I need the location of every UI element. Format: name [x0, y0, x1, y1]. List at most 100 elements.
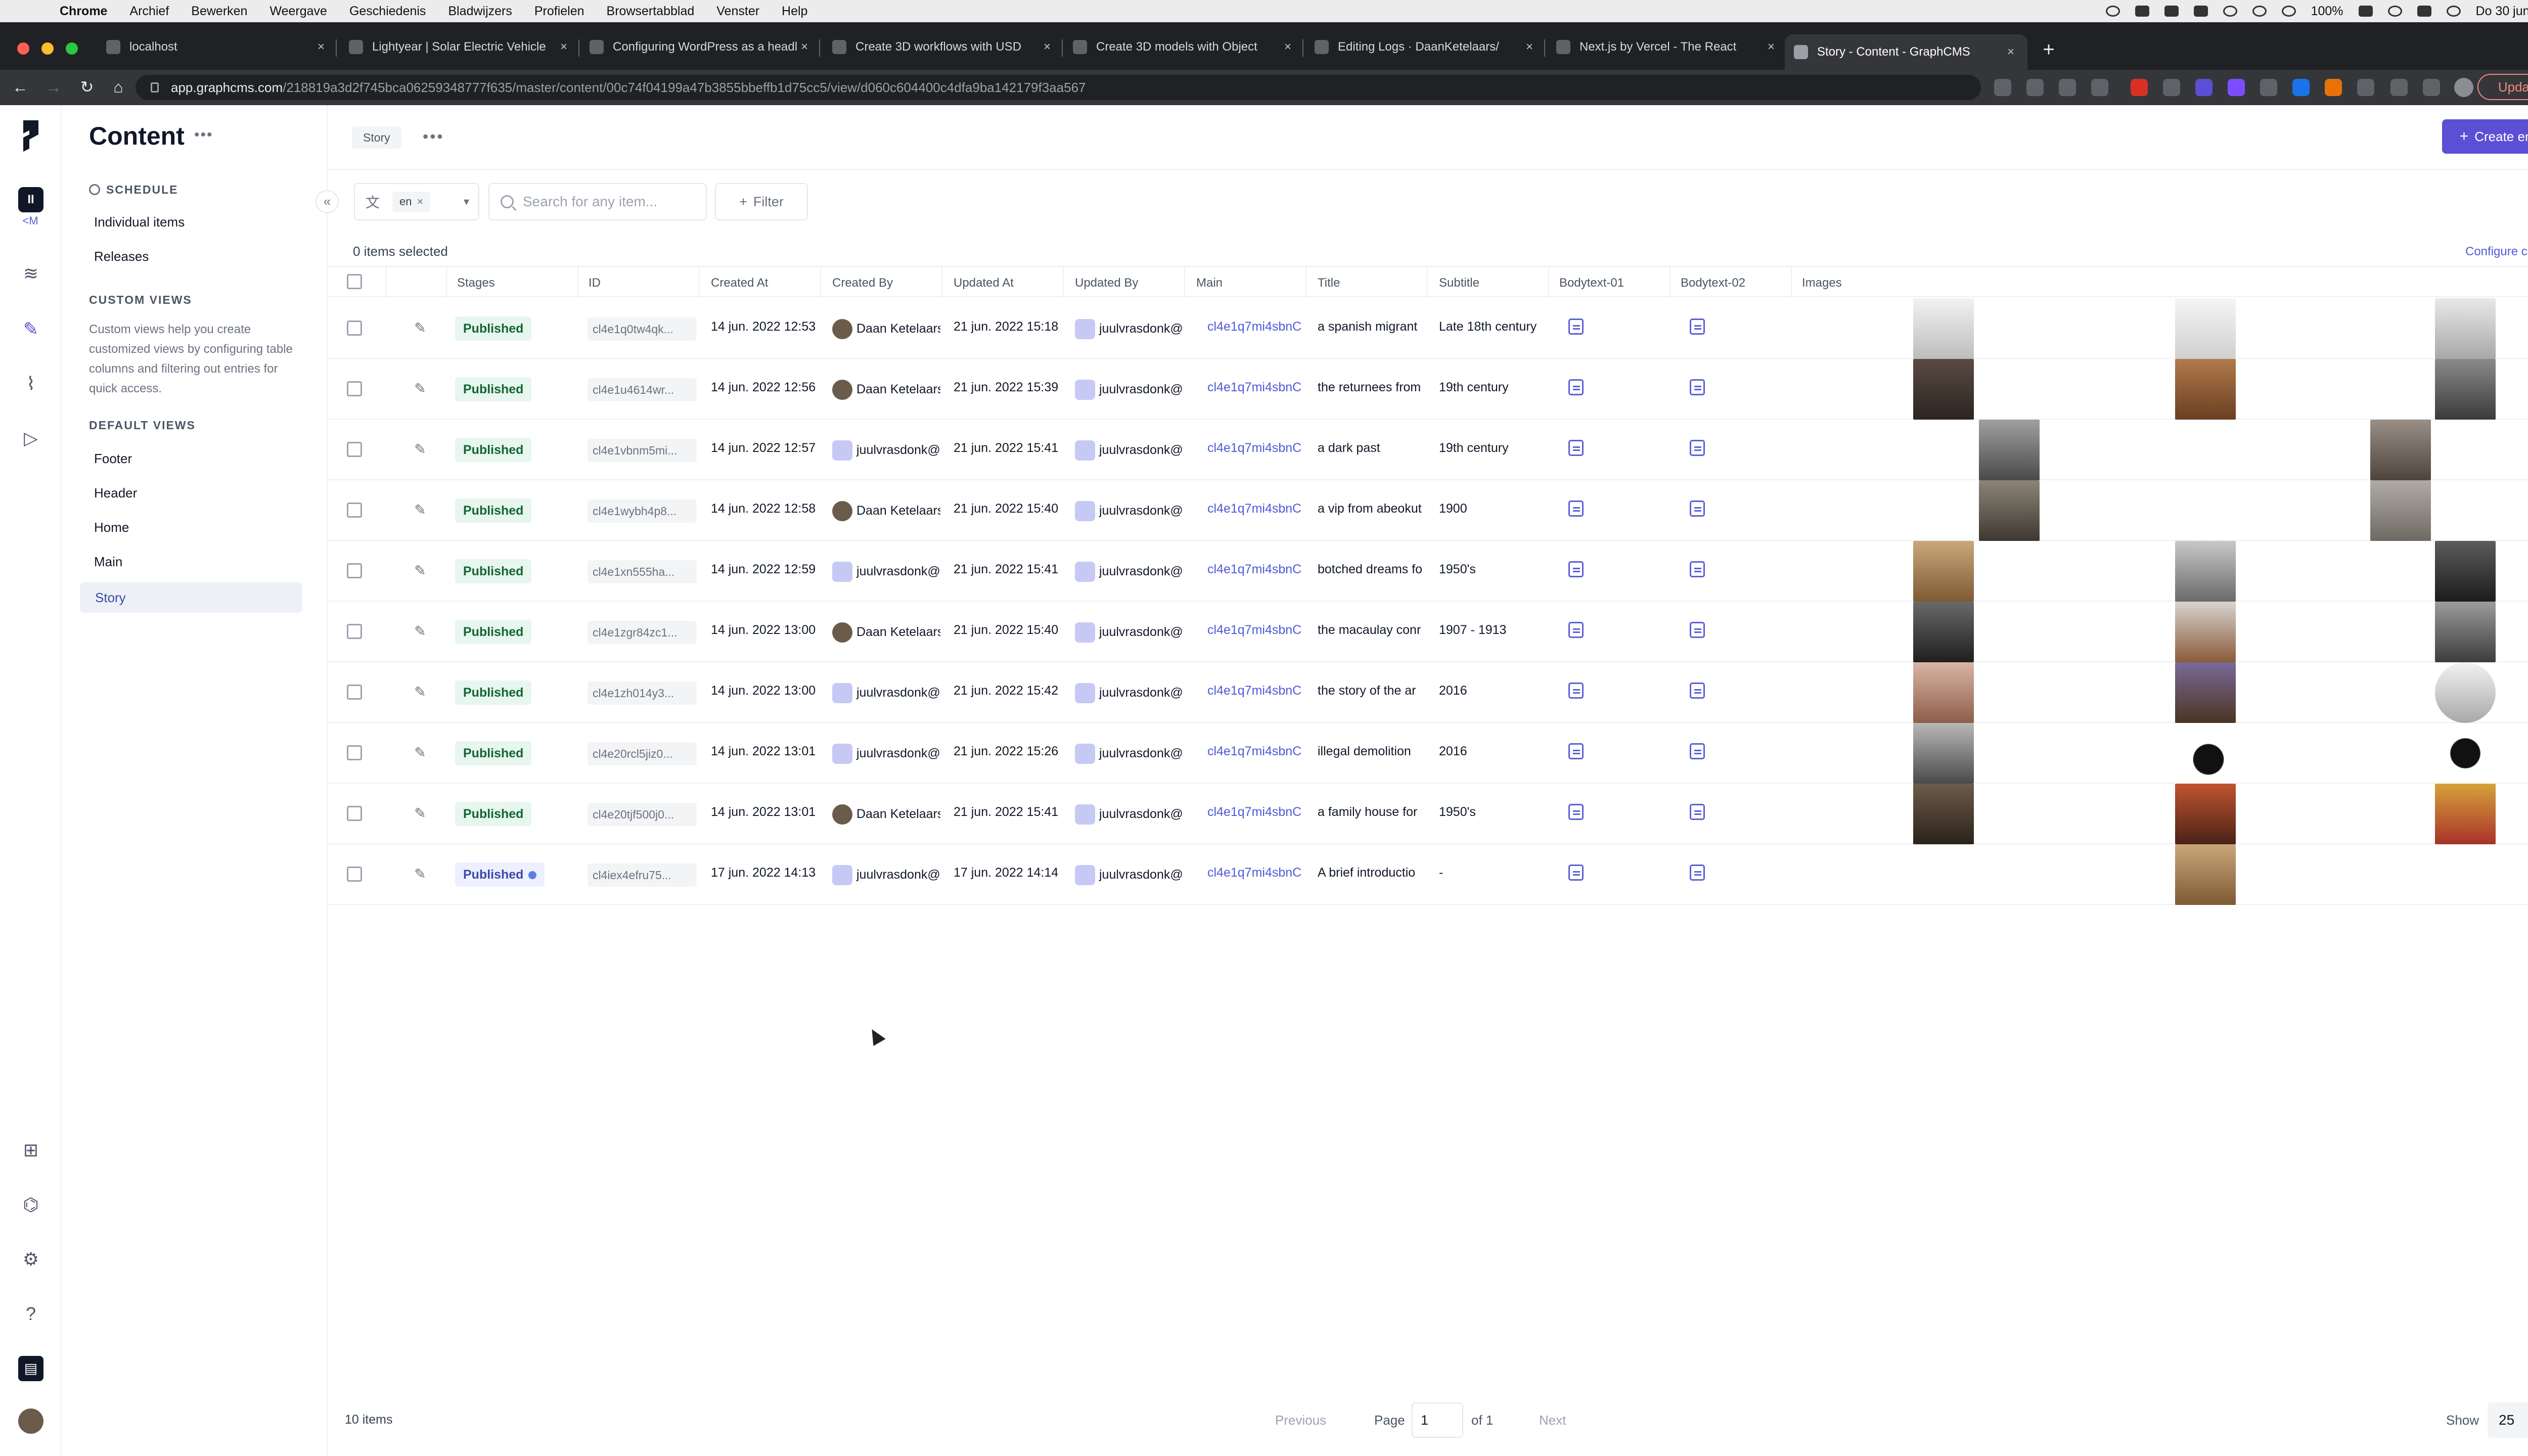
extension-icon[interactable] [2325, 79, 2342, 96]
rich-text-icon[interactable] [1568, 318, 1584, 335]
menu-app[interactable]: Chrome [60, 4, 107, 19]
table-row[interactable]: ✎ Published cl4e20rcl5jiz0... 14 jun. 20… [328, 723, 2528, 784]
column-header-created-by[interactable]: Created By [832, 276, 893, 290]
rich-text-icon[interactable] [1690, 622, 1705, 638]
creative-cloud-icon[interactable] [2105, 6, 2120, 17]
breadcrumb[interactable]: Story [352, 126, 401, 149]
locale-chip[interactable]: en × [392, 192, 431, 212]
profile-avatar[interactable] [2454, 78, 2473, 97]
table-row[interactable]: ✎ Published cl4e1u4614wr... 14 jun. 2022… [328, 359, 2528, 420]
row-checkbox[interactable] [347, 745, 362, 760]
apps-grid-icon[interactable]: ⊞ [18, 1138, 43, 1163]
table-row[interactable]: ✎ Published cl4e1wybh4p8... 14 jun. 2022… [328, 480, 2528, 541]
graphcms-logo-icon[interactable] [19, 117, 42, 153]
menu-geschiedenis[interactable]: Geschiedenis [349, 4, 426, 19]
table-row[interactable]: ✎ Published cl4e1xn555ha... 14 jun. 2022… [328, 541, 2528, 602]
rich-text-icon[interactable] [1690, 743, 1705, 759]
home-icon[interactable]: ⌂ [107, 76, 129, 98]
main-reference-link[interactable]: cl4e1q7mi4sbnC [1207, 805, 1314, 820]
image-thumbnail[interactable] [2175, 723, 2236, 784]
column-header-subtitle[interactable]: Subtitle [1439, 276, 1479, 290]
image-thumbnail[interactable] [2175, 541, 2236, 602]
column-header-stages[interactable]: Stages [457, 276, 495, 290]
bluetooth-icon[interactable] [2252, 6, 2267, 17]
main-reference-link[interactable]: cl4e1q7mi4sbnC [1207, 866, 1314, 880]
table-row[interactable]: ✎ Published cl4e1q0tw4qk... 14 jun. 2022… [328, 298, 2528, 359]
image-thumbnail[interactable] [2175, 298, 2236, 359]
rich-text-icon[interactable] [1568, 500, 1584, 517]
image-thumbnail[interactable] [1913, 602, 1974, 662]
image-thumbnail[interactable] [1979, 420, 2040, 480]
image-thumbnail[interactable] [1913, 723, 1974, 784]
entry-id[interactable]: cl4e20rcl5jiz0... [588, 742, 697, 765]
pencil-icon[interactable]: ✎ [412, 380, 429, 397]
entry-id[interactable]: cl4e1wybh4p8... [588, 499, 697, 523]
control-center-icon[interactable] [2417, 6, 2431, 17]
image-thumbnail[interactable] [2435, 541, 2496, 602]
sidebar-item-main[interactable]: Main [94, 554, 122, 570]
row-checkbox[interactable] [347, 321, 362, 336]
assets-paperclip-icon[interactable]: ⌇ [18, 371, 43, 396]
window-zoom-button[interactable] [66, 42, 78, 55]
rich-text-icon[interactable] [1690, 440, 1705, 456]
row-checkbox[interactable] [347, 685, 362, 700]
rich-text-icon[interactable] [1690, 682, 1705, 699]
image-thumbnail[interactable] [2175, 359, 2236, 420]
sidebar-more-icon[interactable]: ••• [194, 126, 213, 144]
column-header-images[interactable]: Images [1802, 276, 1842, 290]
image-thumbnail[interactable] [2175, 662, 2236, 723]
column-header-updated-at[interactable]: Updated At [954, 276, 1014, 290]
rich-text-icon[interactable] [1690, 318, 1705, 335]
search-input[interactable] [523, 194, 700, 210]
row-checkbox[interactable] [347, 381, 362, 396]
rich-text-icon[interactable] [1568, 561, 1584, 577]
row-checkbox[interactable] [347, 442, 362, 457]
table-row[interactable]: ✎ Published cl4e1zgr84zc1... 14 jun. 202… [328, 602, 2528, 662]
collapse-sidebar-button[interactable]: « [315, 190, 339, 213]
extension-icon[interactable] [2228, 79, 2245, 96]
image-thumbnail[interactable] [1913, 784, 1974, 844]
close-icon[interactable]: × [1040, 40, 1055, 54]
image-thumbnail[interactable] [2435, 784, 2496, 844]
close-icon[interactable]: × [1764, 40, 1779, 54]
row-checkbox[interactable] [347, 624, 362, 639]
rich-text-icon[interactable] [1568, 743, 1584, 759]
image-thumbnail[interactable] [2175, 784, 2236, 844]
extension-status-icon[interactable] [2135, 6, 2149, 17]
image-thumbnail[interactable] [2435, 602, 2496, 662]
content-edit-icon[interactable]: ✎ [18, 316, 43, 342]
table-row[interactable]: ✎ Published cl4iex4efru75... 17 jun. 202… [328, 844, 2528, 905]
locale-select[interactable]: 文 en × ▾ [354, 183, 479, 220]
menu-venster[interactable]: Venster [716, 4, 759, 19]
image-thumbnail[interactable] [2370, 420, 2431, 480]
entry-id[interactable]: cl4e1zh014y3... [588, 681, 697, 705]
user-avatar[interactable] [18, 1408, 43, 1434]
filter-button[interactable]: + Filter [715, 183, 808, 220]
close-icon[interactable]: × [797, 40, 812, 54]
table-row[interactable]: ✎ Published cl4e1zh014y3... 14 jun. 2022… [328, 662, 2528, 723]
column-header-id[interactable]: ID [589, 276, 601, 290]
menu-bewerken[interactable]: Bewerken [191, 4, 247, 19]
update-browser-button[interactable]: Updaten [2477, 74, 2528, 100]
main-reference-link[interactable]: cl4e1q7mi4sbnC [1207, 562, 1314, 577]
pencil-icon[interactable]: ✎ [412, 320, 429, 337]
siri-icon[interactable] [2446, 6, 2461, 17]
webhooks-icon[interactable]: ⌬ [18, 1192, 43, 1217]
configure-columns-link[interactable]: Configure columns [2465, 245, 2528, 259]
table-row[interactable]: ✎ Published cl4e1vbnm5mi... 14 jun. 2022… [328, 420, 2528, 480]
sidebar-item-footer[interactable]: Footer [94, 451, 132, 467]
image-thumbnail[interactable] [1913, 298, 1974, 359]
browser-tab-usd[interactable]: Create 3D workflows with USD × [832, 32, 1055, 62]
pencil-icon[interactable]: ✎ [412, 866, 429, 883]
main-reference-link[interactable]: cl4e1q7mi4sbnC [1207, 320, 1314, 334]
sidebar-item-individual-items[interactable]: Individual items [94, 214, 185, 230]
back-arrow-icon[interactable]: ← [9, 76, 31, 98]
rich-text-icon[interactable] [1568, 622, 1584, 638]
previous-page-button[interactable]: Previous [1275, 1413, 1326, 1428]
sidebar-item-home[interactable]: Home [94, 520, 129, 535]
entry-id[interactable]: cl4e1zgr84zc1... [588, 621, 697, 644]
menu-help[interactable]: Help [782, 4, 807, 19]
reload-icon[interactable]: ↻ [76, 76, 98, 98]
rich-text-icon[interactable] [1690, 561, 1705, 577]
entry-id[interactable]: cl4e1vbnm5mi... [588, 439, 697, 462]
